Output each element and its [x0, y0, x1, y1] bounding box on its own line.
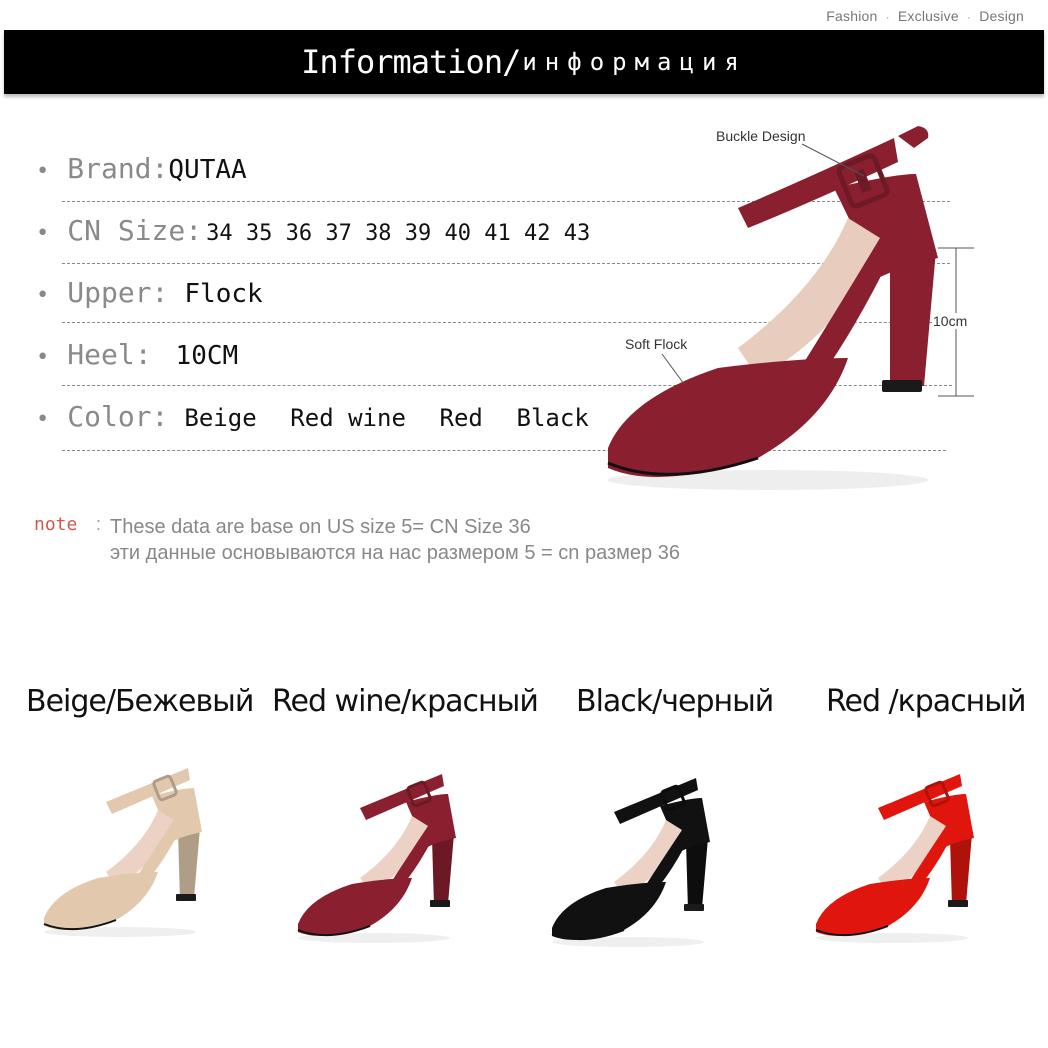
note-text: These data are base on US size 5= CN Siz…: [110, 514, 680, 566]
bullet-icon: •: [36, 283, 50, 308]
color-option-beige: Beige: [184, 404, 257, 432]
variant-title-black: Black/черный: [576, 684, 774, 719]
spec-brand-value: QUTAA: [168, 155, 247, 185]
spec-heel-value: 10CM: [175, 341, 239, 371]
tagline: Fashion · Exclusive · Design: [826, 8, 1024, 24]
note-label: note: [34, 514, 78, 535]
spec-size: • CN Size : 34 35 36 37 38 39 40 41 42 4…: [36, 214, 590, 247]
spec-upper-value: Flock: [184, 279, 263, 309]
spec-color-values: Beige Red wine Red Black: [184, 404, 612, 432]
note-line-ru: эти данные основываются на нас размером …: [110, 542, 680, 564]
spec-heel: • Heel : 10CM: [36, 338, 238, 371]
bullet-icon: •: [36, 221, 50, 246]
color-option-red: Red: [439, 404, 483, 432]
tagline-exclusive: Exclusive: [897, 8, 959, 24]
callout-line: [801, 143, 865, 177]
spec-upper: • Upper : Flock: [36, 276, 263, 309]
spec-brand: • Brand : QUTAA: [36, 152, 247, 185]
variant-title-red-wine: Red wine/красный: [272, 684, 539, 719]
spec-heel-sep: :: [134, 338, 152, 371]
spec-heel-key: Heel: [67, 338, 135, 371]
spec-color: • Color : Beige Red wine Red Black: [36, 400, 613, 433]
bullet-icon: •: [36, 407, 50, 432]
variant-shoe-black[interactable]: [548, 770, 728, 950]
banner-title-en: Information/: [301, 43, 521, 81]
spec-color-key: Color: [67, 400, 152, 433]
size-note: note : These data are base on US size 5=…: [34, 514, 680, 566]
variant-shoe-red-wine[interactable]: [294, 766, 474, 946]
color-option-red-wine: Red wine: [290, 404, 406, 432]
tagline-fashion: Fashion: [826, 8, 878, 24]
callout-soft-flock: Soft Flock: [625, 336, 688, 352]
spec-upper-key: Upper: [67, 276, 152, 309]
spec-size-value: 34 35 36 37 38 39 40 41 42 43: [206, 221, 591, 246]
spec-color-sep: :: [151, 400, 169, 433]
bullet-icon: •: [36, 159, 50, 184]
spec-brand-key: Brand: [67, 152, 152, 185]
note-sep: :: [96, 514, 102, 534]
variant-shoe-red[interactable]: [812, 766, 992, 946]
information-banner: Information/ информация: [4, 30, 1044, 94]
bullet-icon: •: [36, 345, 50, 370]
color-option-black: Black: [516, 404, 589, 432]
callout-heel-height: 10cm: [932, 313, 969, 329]
banner-title-ru: информация: [522, 48, 747, 76]
spec-brand-sep: :: [151, 152, 169, 185]
variant-title-beige: Beige/Бежевый: [26, 684, 254, 719]
tagline-separator: ·: [966, 10, 972, 24]
spec-size-sep: :: [185, 214, 203, 247]
tagline-separator: ·: [885, 10, 890, 24]
note-line-en: These data are base on US size 5= CN Siz…: [110, 516, 531, 538]
spec-upper-sep: :: [151, 276, 169, 309]
callout-line: [661, 353, 685, 385]
tagline-design: Design: [979, 8, 1024, 24]
spec-size-key: CN Size: [67, 214, 186, 247]
hero-shoe-image: [607, 126, 938, 490]
variant-title-red: Red /красный: [826, 684, 1026, 719]
variant-shoe-beige[interactable]: [40, 760, 220, 940]
callout-buckle-design: Buckle Design: [716, 128, 806, 144]
